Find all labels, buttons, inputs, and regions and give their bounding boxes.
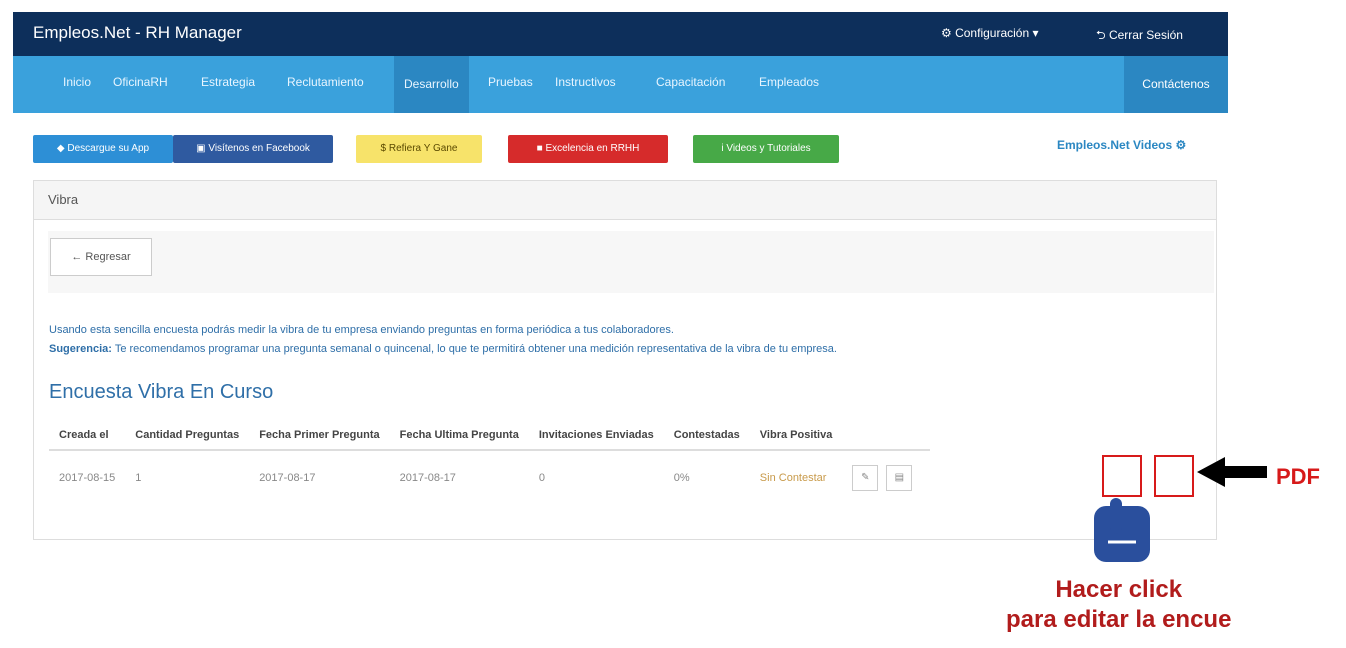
- cerrar-label: Cerrar Sesión: [1108, 28, 1183, 42]
- pdf-highlight-box: [1154, 455, 1194, 497]
- nav-oficinarh[interactable]: OficinaRH: [113, 75, 168, 89]
- callout-line2: para editar la encue: [1006, 606, 1232, 633]
- empleos-videos-link[interactable]: Empleos.Net Videos ⚙: [1057, 138, 1186, 152]
- nav-estrategia[interactable]: Estrategia: [201, 75, 255, 89]
- col-invitaciones: Invitaciones Enviadas: [528, 421, 664, 451]
- facebook-button[interactable]: ▣ Visítenos en Facebook: [173, 135, 333, 163]
- cell-actions: ✎ ▤: [842, 450, 930, 505]
- back-bar: ← Regresar: [48, 231, 1214, 293]
- regresar-button[interactable]: ← Regresar: [50, 238, 152, 276]
- nav-desarrollo[interactable]: Desarrollo: [394, 56, 469, 113]
- videos-label: Videos y Tutoriales: [726, 143, 811, 154]
- col-vibra: Vibra Positiva: [749, 421, 843, 451]
- cell-creada: 2017-08-15: [59, 472, 116, 484]
- cell-fecha-primer: 2017-08-17: [259, 472, 316, 484]
- nav-capacitacion[interactable]: Capacitación: [656, 75, 725, 89]
- table-header-row: Creada el Cantidad Preguntas Fecha Prime…: [49, 421, 931, 451]
- col-creada: Creada el: [49, 421, 126, 451]
- cell-vibra: Sin Contestar: [759, 472, 827, 484]
- arrow-left-icon: [1197, 457, 1267, 487]
- sugerencia-label: Sugerencia:: [49, 343, 112, 355]
- cell-fecha-ultima: 2017-08-17: [399, 472, 456, 484]
- callout-text: Hacer click para editar la encue: [1006, 575, 1231, 635]
- cell-cantidad: 1: [135, 472, 142, 484]
- info-text: Usando esta sencilla encuesta podrás med…: [49, 321, 837, 359]
- nav-instructivos[interactable]: Instructivos: [555, 75, 616, 89]
- vibra-panel: Vibra ← Regresar Usando esta sencilla en…: [33, 180, 1217, 540]
- edit-icon[interactable]: ✎: [852, 465, 879, 491]
- configuracion-label: Configuración: [955, 26, 1030, 40]
- videos-tutoriales-button[interactable]: i Videos y Tutoriales: [693, 135, 839, 163]
- regresar-label: Regresar: [85, 251, 131, 263]
- videos-link-label: Empleos.Net Videos: [1057, 138, 1173, 152]
- facebook-label: Visítenos en Facebook: [208, 143, 310, 154]
- cell-contestadas: 0%: [673, 472, 690, 484]
- top-header: Empleos.Net - RH Manager ⚙ Configuración…: [13, 12, 1228, 56]
- pdf-annotation: PDF: [1276, 464, 1320, 489]
- main-nav: Inicio OficinaRH Estrategia Reclutamient…: [13, 56, 1228, 113]
- callout-line1: Hacer click: [1055, 576, 1183, 603]
- encuesta-table: Creada el Cantidad Preguntas Fecha Prime…: [49, 421, 931, 505]
- info-line1: Usando esta sencilla encuesta podrás med…: [49, 324, 674, 336]
- nav-empleados[interactable]: Empleados: [759, 75, 819, 89]
- table-row: 2017-08-15 1 2017-08-17 2017-08-17 0 0% …: [49, 450, 930, 505]
- nav-inicio[interactable]: Inicio: [63, 75, 91, 89]
- col-fecha-ultima: Fecha Ultima Pregunta: [389, 421, 529, 451]
- refiera-gane-button[interactable]: $ Refiera Y Gane: [356, 135, 482, 163]
- app-title: Empleos.Net - RH Manager: [33, 23, 242, 42]
- descargue-app-button[interactable]: ◆ Descargue su App: [33, 135, 173, 163]
- nav-reclutamiento[interactable]: Reclutamiento: [287, 75, 364, 89]
- col-contestadas: Contestadas: [663, 421, 750, 451]
- hand-pointer-icon: [1094, 498, 1150, 562]
- col-fecha-primer: Fecha Primer Pregunta: [249, 421, 390, 451]
- section-title: Encuesta Vibra En Curso: [49, 381, 274, 403]
- sugerencia-text: Te recomendamos programar una pregunta s…: [114, 343, 837, 355]
- col-cantidad: Cantidad Preguntas: [125, 421, 250, 451]
- cell-invitaciones: 0: [538, 472, 545, 484]
- excelencia-button[interactable]: ■ Excelencia en RRHH: [508, 135, 668, 163]
- app-label: Descargue su App: [67, 143, 150, 154]
- col-actions: [842, 421, 931, 451]
- cerrar-sesion-link[interactable]: ⮌ Cerrar Sesión: [1096, 26, 1183, 47]
- contactenos-button[interactable]: Contáctenos: [1124, 56, 1228, 113]
- panel-title: Vibra: [34, 181, 1216, 220]
- edit-highlight-box: [1102, 455, 1142, 497]
- info-line2: Sugerencia: Te recomendamos programar un…: [49, 340, 837, 359]
- refer-label: Refiera Y Gane: [388, 143, 458, 154]
- nav-pruebas[interactable]: Pruebas: [488, 75, 533, 89]
- pdf-icon[interactable]: ▤: [886, 465, 913, 491]
- excelencia-label: Excelencia en RRHH: [545, 143, 640, 154]
- configuracion-menu[interactable]: ⚙ Configuración ▾: [941, 26, 1039, 40]
